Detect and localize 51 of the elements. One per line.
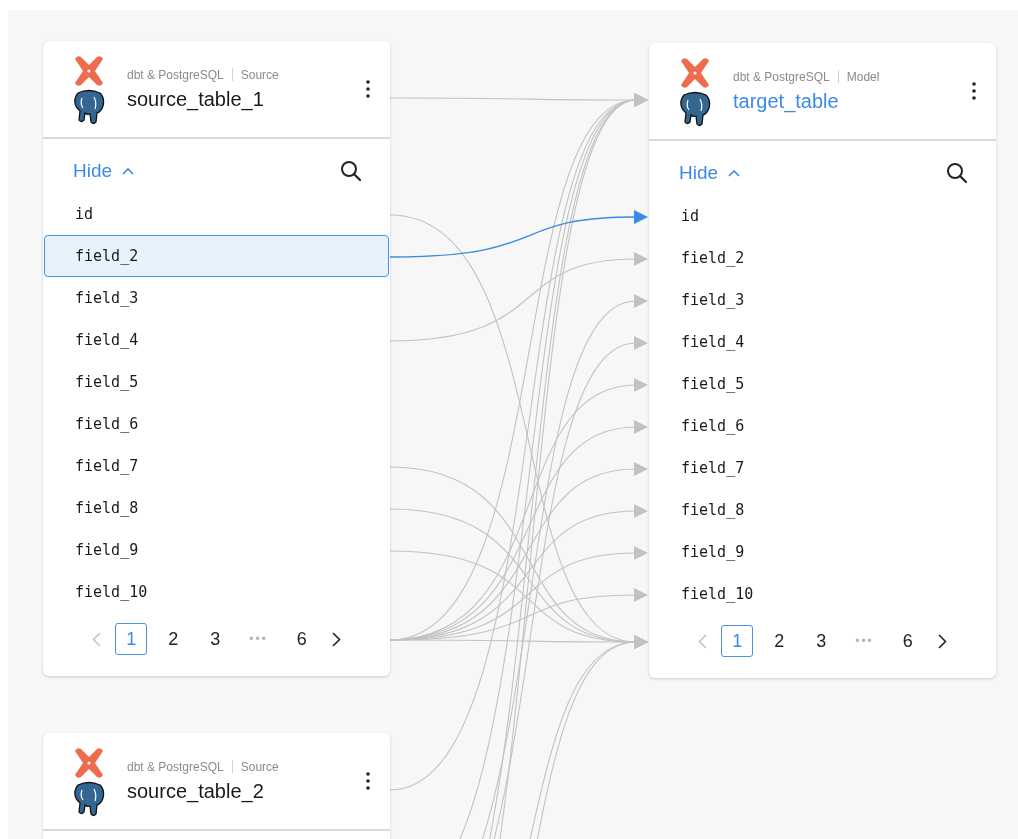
page-button[interactable]: 1	[115, 623, 148, 655]
chevron-up-icon	[728, 169, 741, 177]
chevron-right-icon	[331, 631, 341, 647]
field-row[interactable]: field_10	[44, 571, 389, 613]
field-row[interactable]: field_2	[44, 235, 389, 277]
more-icon	[972, 82, 976, 100]
field-row[interactable]: field_8	[44, 487, 389, 529]
field-row[interactable]: field_4	[650, 321, 995, 363]
ellipsis: •••	[248, 632, 269, 646]
table-title: source_table_1	[127, 87, 265, 111]
hide-toggle[interactable]: Hide	[73, 160, 135, 182]
more-icon	[366, 80, 370, 98]
platform-label: dbt & PostgreSQL	[733, 69, 830, 84]
hide-toggle[interactable]: Hide	[679, 162, 741, 184]
page-button[interactable]: 1	[721, 625, 754, 657]
field-row[interactable]: field_3	[650, 279, 995, 321]
more-icon	[366, 772, 370, 790]
field-row[interactable]: id	[44, 193, 389, 235]
field-row[interactable]: field_9	[44, 529, 389, 571]
search-button[interactable]	[340, 160, 362, 182]
field-row[interactable]: field_9	[650, 531, 995, 573]
elephant-icon	[72, 89, 106, 125]
search-button[interactable]	[946, 162, 968, 184]
field-row[interactable]: field_4	[44, 319, 389, 361]
chevron-up-icon	[122, 167, 135, 175]
role-label: Model	[846, 69, 880, 84]
table-title: target_table	[733, 89, 840, 113]
field-row[interactable]: field_2	[650, 237, 995, 279]
field-row[interactable]: field_7	[44, 445, 389, 487]
ellipsis: •••	[854, 634, 875, 648]
platform-label: dbt & PostgreSQL	[127, 759, 224, 774]
table-title: source_table_2	[127, 779, 265, 803]
search-icon	[340, 160, 362, 182]
field-row[interactable]: field_8	[650, 489, 995, 531]
field-row[interactable]: id	[650, 195, 995, 237]
elephant-icon	[678, 91, 712, 127]
chevron-left-icon	[92, 631, 102, 647]
field-row[interactable]: field_6	[650, 405, 995, 447]
role-label: Source	[240, 759, 279, 774]
field-row[interactable]: field_7	[650, 447, 995, 489]
field-row[interactable]: field_5	[44, 361, 389, 403]
field-row[interactable]: field_3	[44, 277, 389, 319]
search-icon	[946, 162, 968, 184]
field-row[interactable]: field_6	[44, 403, 389, 445]
role-label: Source	[240, 67, 279, 82]
platform-label: dbt & PostgreSQL	[127, 67, 224, 82]
chevron-left-icon	[698, 633, 708, 649]
field-row[interactable]: field_10	[650, 573, 995, 615]
elephant-icon	[72, 781, 106, 817]
chevron-right-icon	[937, 633, 947, 649]
field-row[interactable]: field_5	[650, 363, 995, 405]
